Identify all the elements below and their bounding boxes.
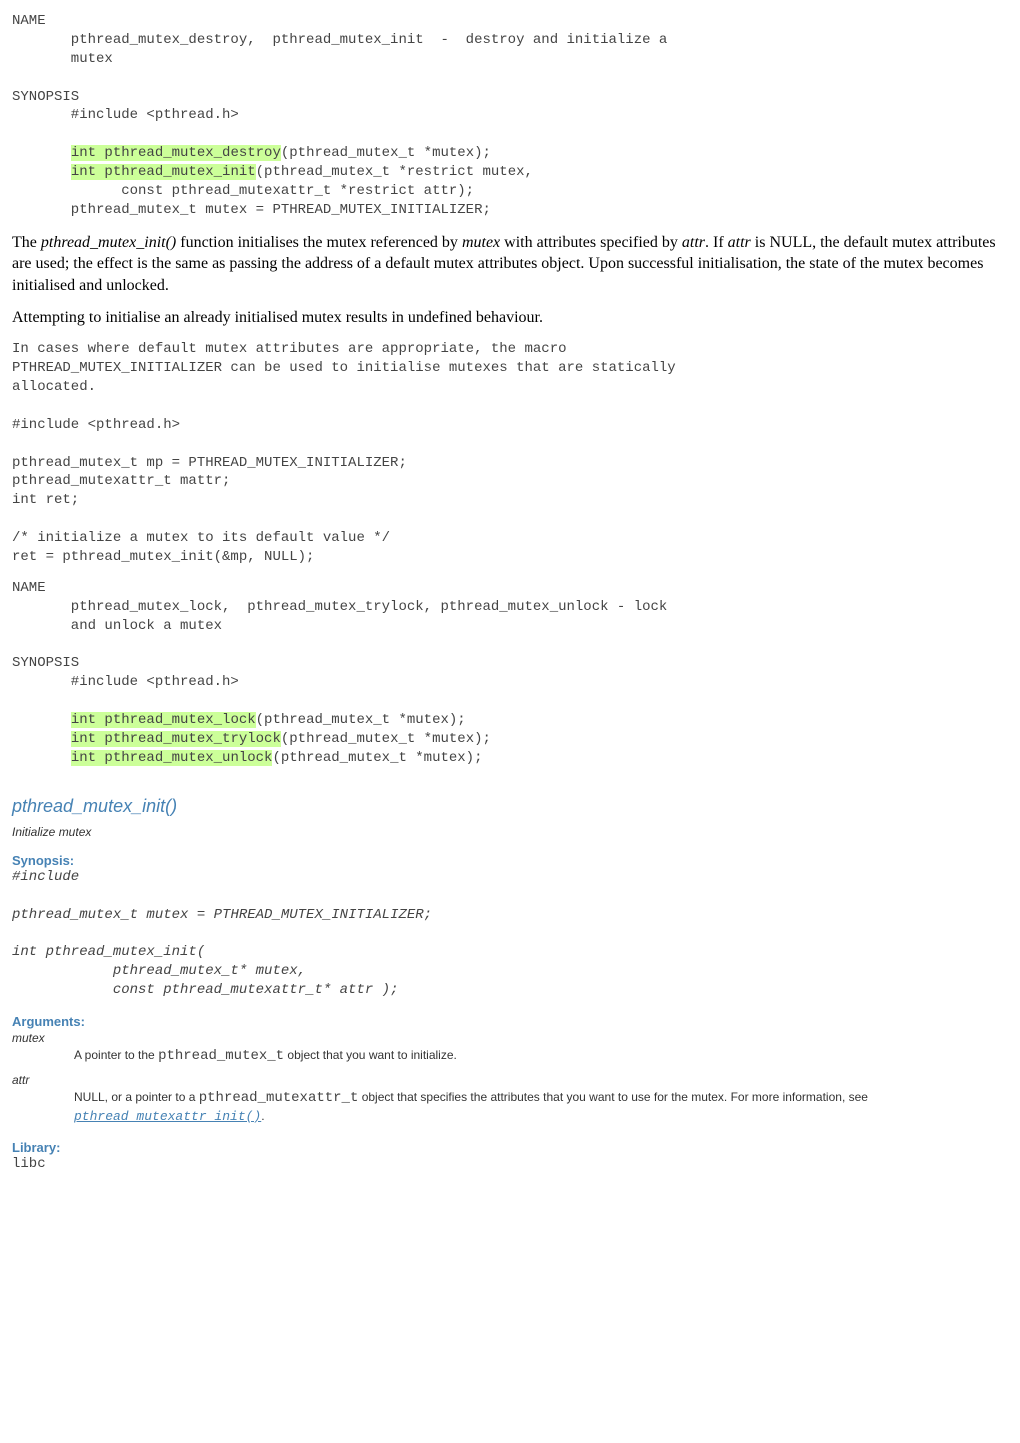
- doc-subtitle: Initialize mutex: [12, 825, 1008, 839]
- include-line-2: #include <pthread.h>: [12, 674, 239, 690]
- arguments-heading: Arguments:: [12, 1014, 1008, 1029]
- after-hl2: (pthread_mutex_t *restrict mutex,: [256, 164, 533, 180]
- name-text-2: pthread_mutex_lock, pthread_mutex_tryloc…: [12, 599, 667, 634]
- paragraph-1: The pthread_mutex_init() function initia…: [12, 232, 1008, 297]
- library-heading: Library:: [12, 1140, 1008, 1155]
- name-text: pthread_mutex_destroy, pthread_mutex_ini…: [12, 32, 667, 67]
- synopsis-label-2: SYNOPSIS: [12, 655, 79, 671]
- mutexattr-init-link[interactable]: pthread_mutexattr_init(): [74, 1109, 261, 1124]
- name-label-2: NAME: [12, 580, 46, 596]
- synopsis-line4: pthread_mutex_t mutex = PTHREAD_MUTEX_IN…: [12, 202, 491, 218]
- synopsis-label: SYNOPSIS: [12, 89, 79, 105]
- man2-block: NAME pthread_mutex_lock, pthread_mutex_t…: [12, 579, 1008, 768]
- arguments-list: mutex A pointer to the pthread_mutex_t o…: [12, 1031, 1008, 1126]
- code-block-example: In cases where default mutex attributes …: [12, 340, 1008, 567]
- arg-mutex-name: mutex: [12, 1031, 1008, 1045]
- include-line: #include <pthread.h>: [12, 107, 239, 123]
- arg-attr-name: attr: [12, 1073, 1008, 1087]
- after-hl1: (pthread_mutex_t *mutex);: [281, 145, 491, 161]
- arg-mutex-desc: A pointer to the pthread_mutex_t object …: [74, 1047, 1008, 1067]
- highlight-trylock: int pthread_mutex_trylock: [71, 731, 281, 747]
- highlight-init: int pthread_mutex_init: [71, 164, 256, 180]
- man1-name: NAME pthread_mutex_destroy, pthread_mute…: [12, 12, 1008, 220]
- doc-heading: pthread_mutex_init(): [12, 796, 1008, 817]
- doc-synopsis-code: #include pthread_mutex_t mutex = PTHREAD…: [12, 868, 1008, 1000]
- arg-attr-desc: NULL, or a pointer to a pthread_mutexatt…: [74, 1089, 1008, 1127]
- highlight-lock: int pthread_mutex_lock: [71, 712, 256, 728]
- synopsis-heading: Synopsis:: [12, 853, 1008, 868]
- library-value: libc: [12, 1155, 1008, 1174]
- name-label: NAME: [12, 13, 46, 29]
- paragraph-2: Attempting to initialise an already init…: [12, 307, 1008, 329]
- synopsis-line3: const pthread_mutexattr_t *restrict attr…: [12, 183, 474, 199]
- highlight-destroy: int pthread_mutex_destroy: [71, 145, 281, 161]
- highlight-unlock: int pthread_mutex_unlock: [71, 750, 273, 766]
